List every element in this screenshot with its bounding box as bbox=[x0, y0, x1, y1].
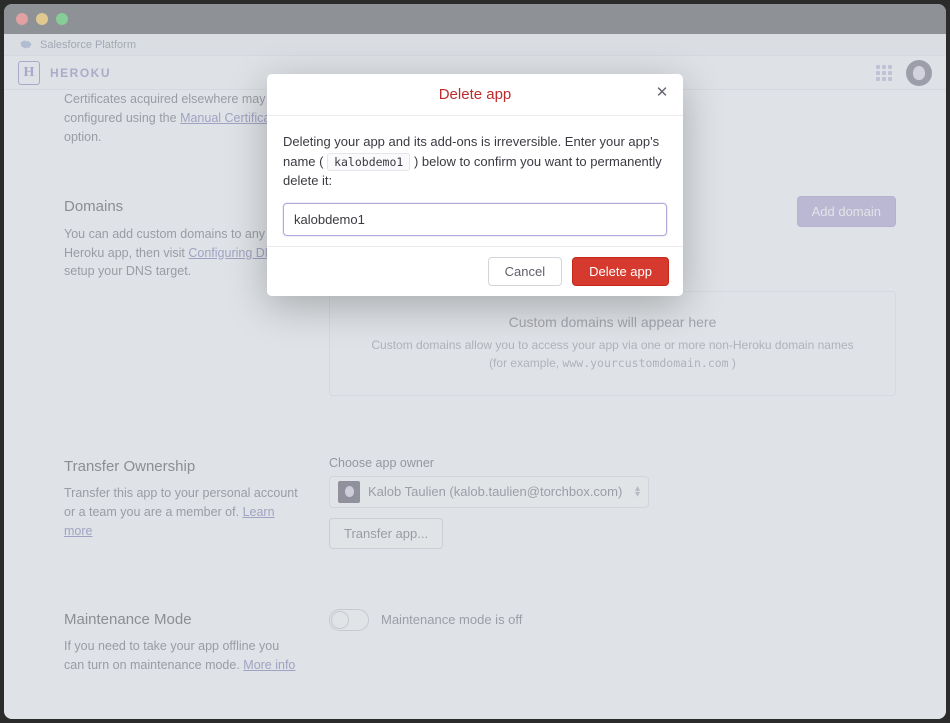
cancel-button[interactable]: Cancel bbox=[488, 257, 562, 286]
delete-app-modal: Delete app ✕ Deleting your app and its a… bbox=[267, 74, 683, 296]
modal-footer: Cancel Delete app bbox=[267, 246, 683, 296]
confirm-delete-button[interactable]: Delete app bbox=[572, 257, 669, 286]
app-window: Salesforce Platform H HEROKU Certificate… bbox=[4, 4, 946, 719]
close-icon[interactable]: ✕ bbox=[653, 84, 671, 102]
confirm-app-name-input[interactable] bbox=[283, 203, 667, 236]
modal-header: Delete app ✕ bbox=[267, 74, 683, 116]
modal-title: Delete app bbox=[439, 86, 512, 103]
modal-body: Deleting your app and its add-ons is irr… bbox=[267, 116, 683, 246]
app-name-chip: kalobdemo1 bbox=[327, 153, 410, 171]
